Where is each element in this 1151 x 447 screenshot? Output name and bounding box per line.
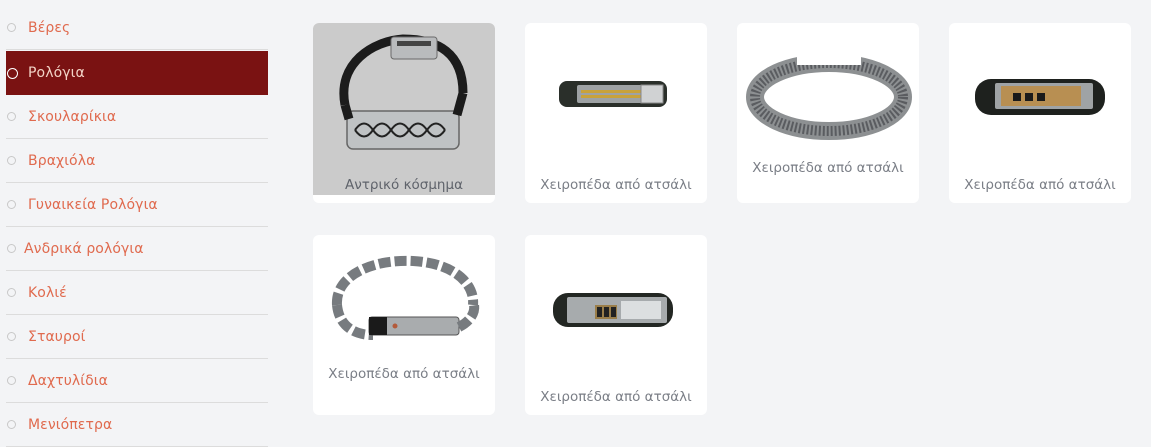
category-sidebar: Βέρες Ρολόγια Σκουλαρίκια Βραχιόλα Γυναι…	[0, 0, 268, 447]
category-item-veres[interactable]: Βέρες	[6, 6, 268, 50]
category-label: Δαχτυλίδια	[28, 372, 108, 389]
product-title[interactable]: Χειροπέδα από ατσάλι	[949, 177, 1131, 193]
product-card[interactable]: Αντρικό κόσμημα	[313, 23, 495, 203]
category-label: Κολιέ	[28, 284, 67, 301]
category-label: Ρολόγια	[28, 65, 85, 81]
product-card[interactable]: Χειροπέδα από ατσάλι	[737, 23, 919, 203]
product-image	[949, 23, 1131, 195]
radio-circle-icon	[7, 244, 16, 253]
category-item-kolie[interactable]: Κολιέ	[6, 271, 268, 315]
category-label: Βέρες	[28, 19, 71, 36]
category-label: Βραχιόλα	[28, 152, 96, 169]
product-card[interactable]: Χειροπέδα από ατσάλι	[525, 235, 707, 415]
product-image	[525, 235, 707, 407]
product-title[interactable]: Χειροπέδα από ατσάλι	[313, 366, 495, 382]
category-label: Σταυροί	[28, 328, 86, 345]
category-item-meniopetra[interactable]: Μενιόπετρα	[6, 403, 268, 447]
radio-circle-icon	[7, 67, 18, 79]
radio-circle-icon	[7, 200, 16, 209]
gold-plate-bracelet-icon	[975, 79, 1105, 115]
category-item-gynaikeia-rologia[interactable]: Γυναικεία Ρολόγια	[6, 183, 268, 227]
category-item-stavroi[interactable]: Σταυροί	[6, 315, 268, 359]
leather-steel-bracelet-icon	[553, 293, 673, 327]
product-title[interactable]: Χειροπέδα από ατσάλι	[525, 389, 707, 405]
product-image	[525, 23, 707, 195]
product-image	[313, 23, 495, 195]
category-label: Ανδρικά ρολόγια	[24, 240, 144, 257]
product-card[interactable]: Χειροπέδα από ατσάλι	[525, 23, 707, 203]
category-item-daxtylidia[interactable]: Δαχτυλίδια	[6, 359, 268, 403]
radio-circle-icon	[7, 376, 16, 385]
category-label: Γυναικεία Ρολόγια	[28, 196, 158, 213]
radio-circle-icon	[7, 23, 16, 32]
product-card[interactable]: Χειροπέδα από ατσάλι	[313, 235, 495, 415]
radio-circle-icon	[7, 332, 16, 341]
product-title[interactable]: Χειροπέδα από ατσάλι	[737, 160, 919, 176]
radio-circle-icon	[7, 156, 16, 165]
category-item-vraxiola[interactable]: Βραχιόλα	[6, 139, 268, 183]
category-item-rologia[interactable]: Ρολόγια	[6, 51, 268, 95]
leather-bracelet-icon	[339, 34, 468, 150]
product-title[interactable]: Αντρικό κόσμημα	[313, 177, 495, 193]
product-title[interactable]: Χειροπέδα από ατσάλι	[525, 177, 707, 193]
steel-bracelet-icon	[559, 81, 667, 107]
radio-circle-icon	[7, 288, 16, 297]
product-card[interactable]: Χειροπέδα από ατσάλι	[949, 23, 1131, 203]
radio-circle-icon	[7, 112, 16, 121]
category-item-andrika-rologia[interactable]: Ανδρικά ρολόγια	[6, 227, 268, 271]
category-item-skoularikia[interactable]: Σκουλαρίκια	[6, 95, 268, 139]
category-label: Σκουλαρίκια	[28, 108, 117, 125]
